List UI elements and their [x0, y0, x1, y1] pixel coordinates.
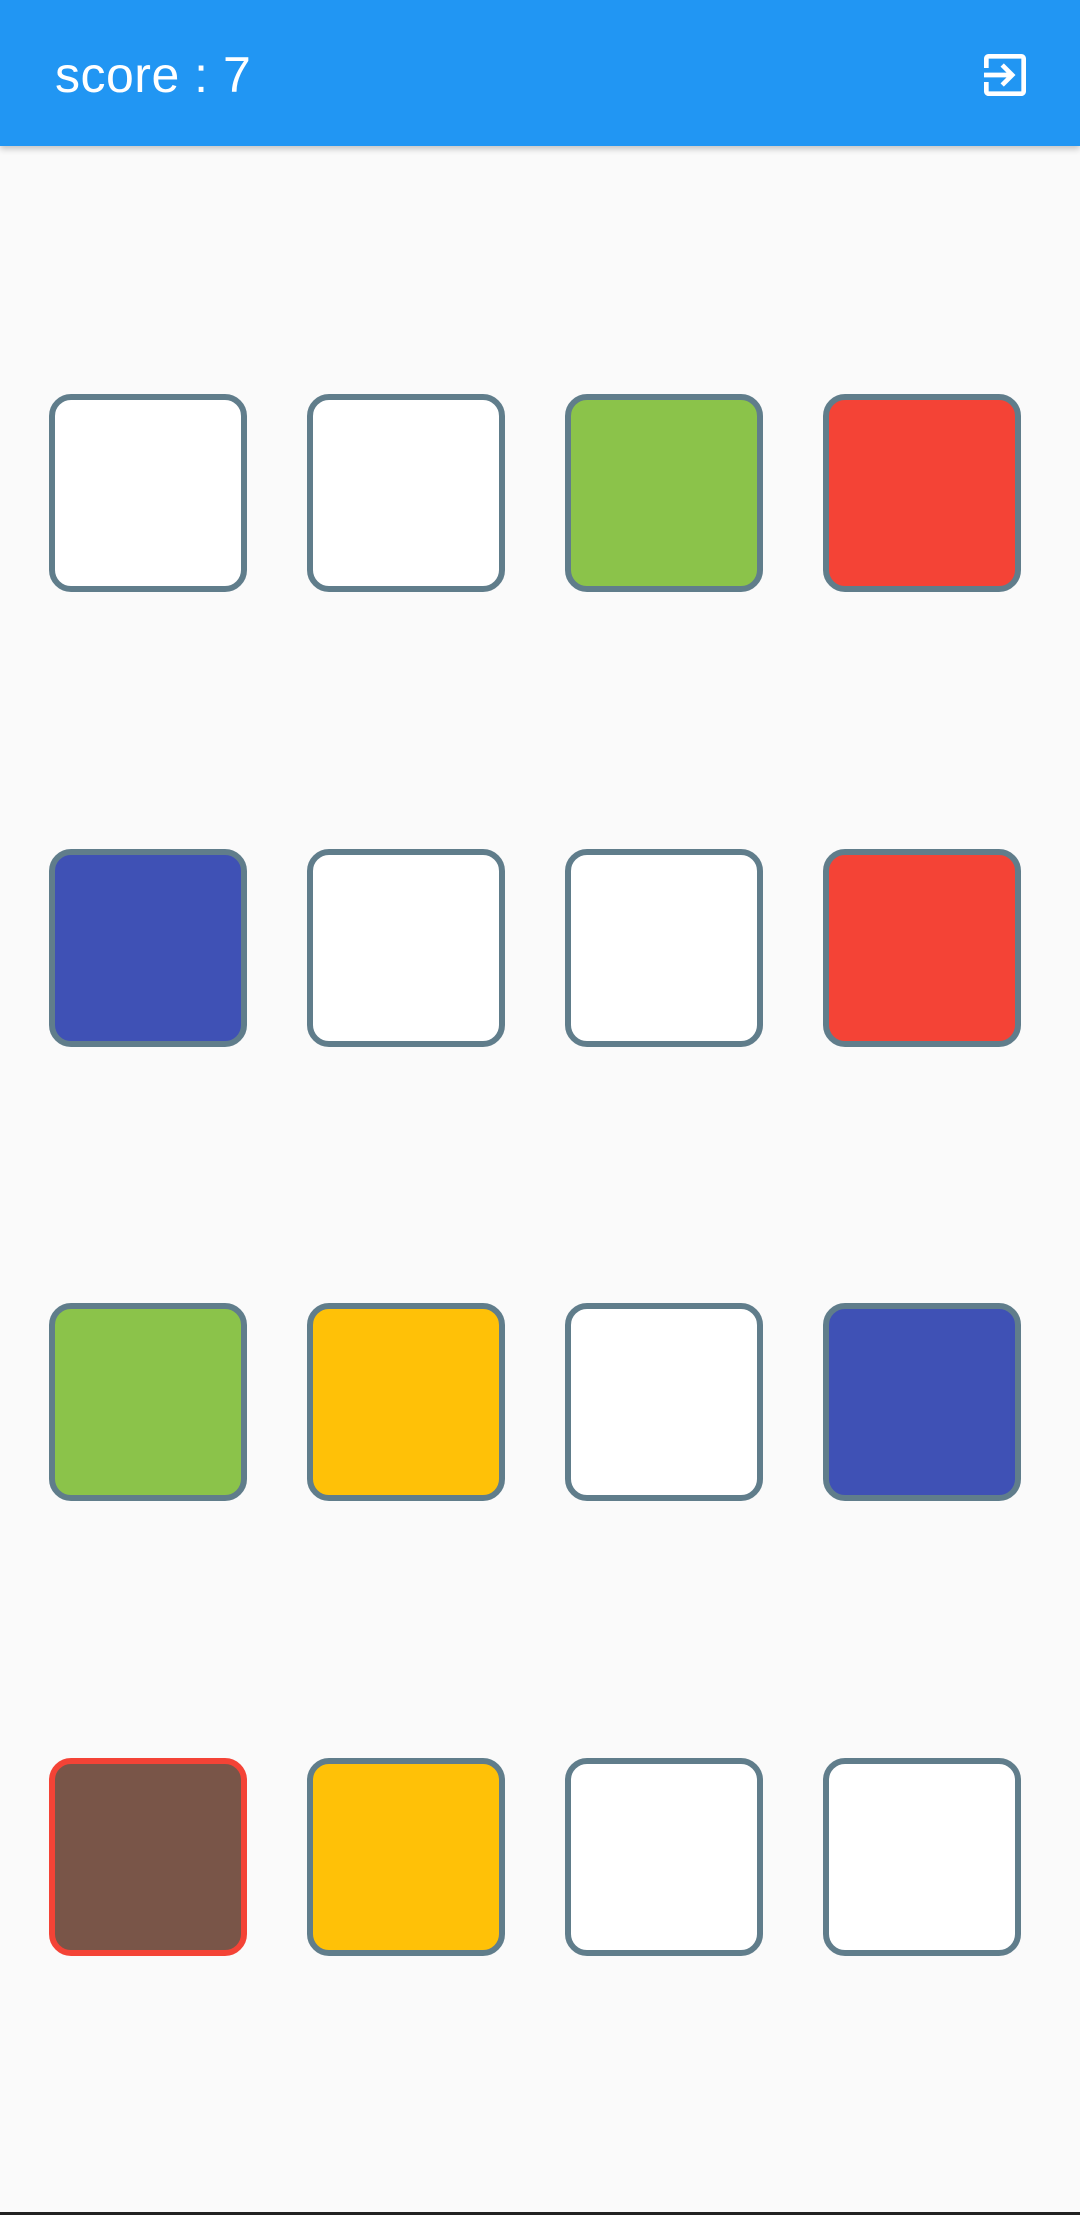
score-label: score : 7: [55, 47, 252, 103]
tile-r4-c2[interactable]: [307, 1758, 505, 1956]
tile-r4-c4[interactable]: [823, 1758, 1021, 1956]
tile-r1-c4[interactable]: [823, 394, 1021, 592]
tile-r4-c3[interactable]: [565, 1758, 763, 1956]
tile-r3-c3[interactable]: [565, 1303, 763, 1501]
exit-to-app-icon: [984, 54, 1026, 96]
tile-r1-c2[interactable]: [307, 394, 505, 592]
tile-r3-c1[interactable]: [49, 1303, 247, 1501]
tile-r1-c3[interactable]: [565, 394, 763, 592]
tile-r1-c1[interactable]: [49, 394, 247, 592]
exit-button[interactable]: [970, 40, 1040, 110]
tile-r3-c2[interactable]: [307, 1303, 505, 1501]
tile-r2-c2[interactable]: [307, 849, 505, 1047]
tile-r2-c1[interactable]: [49, 849, 247, 1047]
app-bar: score : 7: [0, 0, 1080, 146]
tile-r2-c3[interactable]: [565, 849, 763, 1047]
tile-r3-c4[interactable]: [823, 1303, 1021, 1501]
tile-r2-c4[interactable]: [823, 849, 1021, 1047]
tile-r4-c1[interactable]: [49, 1758, 247, 1956]
